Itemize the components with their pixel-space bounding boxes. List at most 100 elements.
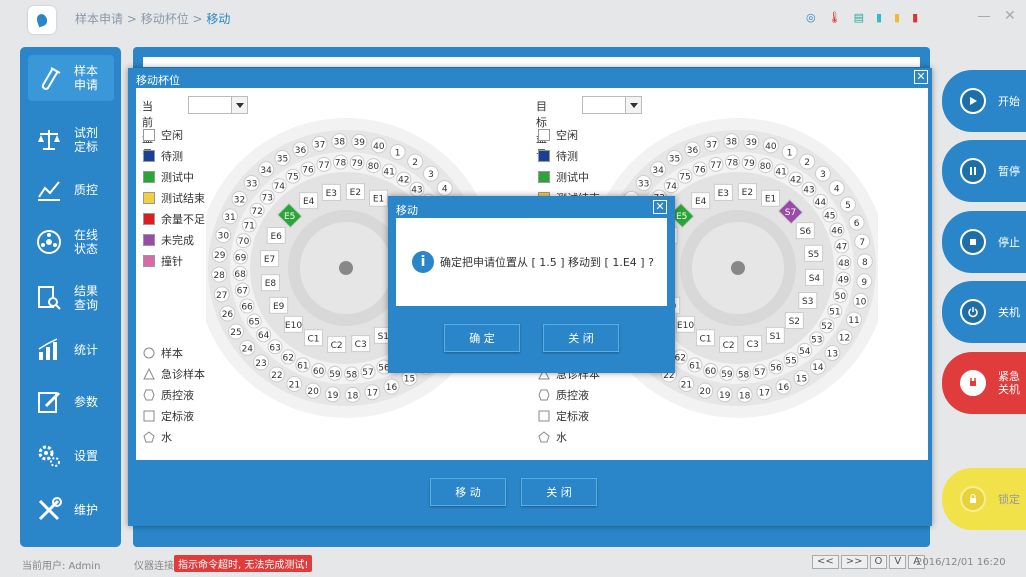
sidebar-item-1[interactable]: 试剂 定标 <box>28 117 114 163</box>
lock-button[interactable]: 锁定 <box>942 468 1026 530</box>
sidebar-item-4[interactable]: 结果 查询 <box>28 275 114 321</box>
plate-cup-66[interactable]: 66 <box>239 298 255 314</box>
plate-cup-3[interactable]: 3 <box>814 165 831 182</box>
plate-cup-14[interactable]: 14 <box>809 358 826 375</box>
plate-cup-36[interactable]: 36 <box>292 141 309 158</box>
plate-cup-15[interactable]: 15 <box>793 369 810 386</box>
plate-cup-59[interactable]: 59 <box>719 365 735 381</box>
plate-cup-24[interactable]: 24 <box>239 339 256 356</box>
plate-cup-1[interactable]: 1 <box>389 143 406 160</box>
plate-slot-C1[interactable]: C1 <box>303 329 323 347</box>
plate-cup-1[interactable]: 1 <box>781 143 798 160</box>
plate-slot-E7[interactable]: E7 <box>260 250 280 268</box>
plate-cup-12[interactable]: 12 <box>836 329 853 346</box>
plate-cup-79[interactable]: 79 <box>349 155 365 171</box>
plate-cup-72[interactable]: 72 <box>249 202 265 218</box>
dialog-close-icon[interactable]: ✕ <box>914 70 928 84</box>
plate-slot-E3[interactable]: E3 <box>321 183 341 201</box>
log-nav-button[interactable]: O <box>869 555 888 569</box>
plate-cup-41[interactable]: 41 <box>381 163 397 179</box>
plate-cup-4[interactable]: 4 <box>828 180 845 197</box>
plate-cup-31[interactable]: 31 <box>221 208 238 225</box>
plate-cup-61[interactable]: 61 <box>687 357 703 373</box>
plate-cup-37[interactable]: 37 <box>703 135 720 152</box>
plate-slot-E1[interactable]: E1 <box>761 189 781 207</box>
plate-cup-2[interactable]: 2 <box>799 153 816 170</box>
plate-slot-C3[interactable]: C3 <box>351 335 371 353</box>
plate-cup-5[interactable]: 5 <box>839 196 856 213</box>
plate-slot-E3[interactable]: E3 <box>713 183 733 201</box>
plate-cup-62[interactable]: 62 <box>672 349 688 365</box>
plate-cup-46[interactable]: 46 <box>829 222 845 238</box>
plate-cup-8[interactable]: 8 <box>856 253 873 270</box>
plate-cup-59[interactable]: 59 <box>327 365 343 381</box>
plate-cup-68[interactable]: 68 <box>232 266 248 282</box>
plate-cup-38[interactable]: 38 <box>723 133 740 150</box>
plate-slot-S1[interactable]: S1 <box>765 326 785 344</box>
plate-cup-16[interactable]: 16 <box>383 378 400 395</box>
plate-cup-57[interactable]: 57 <box>752 364 768 380</box>
plate-cup-40[interactable]: 40 <box>762 137 779 154</box>
stop-button[interactable]: 停止 <box>942 211 1026 273</box>
plate-cup-37[interactable]: 37 <box>311 135 328 152</box>
plate-cup-76[interactable]: 76 <box>692 161 708 177</box>
sidebar-item-2[interactable]: 质控 <box>28 167 114 213</box>
dialog-close-button[interactable]: 关 闭 <box>521 478 597 506</box>
plate-cup-80[interactable]: 80 <box>757 158 773 174</box>
plate-cup-78[interactable]: 78 <box>724 154 740 170</box>
plate-cup-76[interactable]: 76 <box>300 161 316 177</box>
plate-cup-49[interactable]: 49 <box>835 271 851 287</box>
plate-cup-35[interactable]: 35 <box>666 150 683 167</box>
plate-slot-S6[interactable]: S6 <box>795 222 815 240</box>
plate-slot-E2[interactable]: E2 <box>737 183 757 201</box>
plate-cup-70[interactable]: 70 <box>236 233 252 249</box>
plate-cup-41[interactable]: 41 <box>773 163 789 179</box>
plate-cup-19[interactable]: 19 <box>324 386 341 403</box>
plate-cup-58[interactable]: 58 <box>344 366 360 382</box>
plate-cup-58[interactable]: 58 <box>736 366 752 382</box>
plate-cup-9[interactable]: 9 <box>856 273 873 290</box>
plate-cup-25[interactable]: 25 <box>228 323 245 340</box>
plate-cup-47[interactable]: 47 <box>834 238 850 254</box>
plate-cup-61[interactable]: 61 <box>295 357 311 373</box>
plate-slot-E10[interactable]: E10 <box>283 315 303 333</box>
plate-cup-2[interactable]: 2 <box>407 153 424 170</box>
plate-cup-7[interactable]: 7 <box>854 233 871 250</box>
plate-cup-21[interactable]: 21 <box>286 376 303 393</box>
plate-cup-60[interactable]: 60 <box>703 362 719 378</box>
plate-slot-E9[interactable]: E9 <box>269 296 289 314</box>
plate-cup-67[interactable]: 67 <box>234 282 250 298</box>
log-nav-button[interactable]: V <box>889 555 907 569</box>
plate-cup-55[interactable]: 55 <box>783 352 799 368</box>
emergency-shutdown-button[interactable]: 紧急 关机 <box>942 352 1026 414</box>
plate-cup-43[interactable]: 43 <box>409 181 425 197</box>
confirm-ok-button[interactable]: 确 定 <box>444 324 520 352</box>
plate-cup-43[interactable]: 43 <box>801 181 817 197</box>
plate-cup-17[interactable]: 17 <box>364 384 381 401</box>
plate-cup-48[interactable]: 48 <box>836 254 852 270</box>
plate-cup-33[interactable]: 33 <box>243 175 260 192</box>
plate-cup-57[interactable]: 57 <box>360 364 376 380</box>
plate-cup-69[interactable]: 69 <box>233 249 249 265</box>
plate-slot-E4[interactable]: E4 <box>299 192 319 210</box>
plate-cup-20[interactable]: 20 <box>697 382 714 399</box>
plate-cup-77[interactable]: 77 <box>708 156 724 172</box>
plate-cup-56[interactable]: 56 <box>768 359 784 375</box>
move-button[interactable]: 移 动 <box>430 478 506 506</box>
plate-cup-16[interactable]: 16 <box>775 378 792 395</box>
breadcrumb-move-cup[interactable]: 移动杯位 <box>141 12 189 26</box>
plate-slot-E4[interactable]: E4 <box>691 192 711 210</box>
confirm-close-button[interactable]: 关 闭 <box>543 324 619 352</box>
plate-cup-20[interactable]: 20 <box>305 382 322 399</box>
plate-slot-C1[interactable]: C1 <box>695 329 715 347</box>
plate-cup-65[interactable]: 65 <box>246 313 262 329</box>
plate-cup-80[interactable]: 80 <box>365 158 381 174</box>
plate-cup-62[interactable]: 62 <box>280 349 296 365</box>
log-nav-button[interactable]: >> <box>840 555 868 569</box>
plate-slot-S3[interactable]: S3 <box>798 292 818 310</box>
window-close-icon[interactable]: ✕ <box>1004 8 1016 24</box>
plate-cup-13[interactable]: 13 <box>824 344 841 361</box>
plate-cup-18[interactable]: 18 <box>736 386 753 403</box>
plate-cup-45[interactable]: 45 <box>822 207 838 223</box>
breadcrumb-sample[interactable]: 样本申请 <box>75 12 123 26</box>
